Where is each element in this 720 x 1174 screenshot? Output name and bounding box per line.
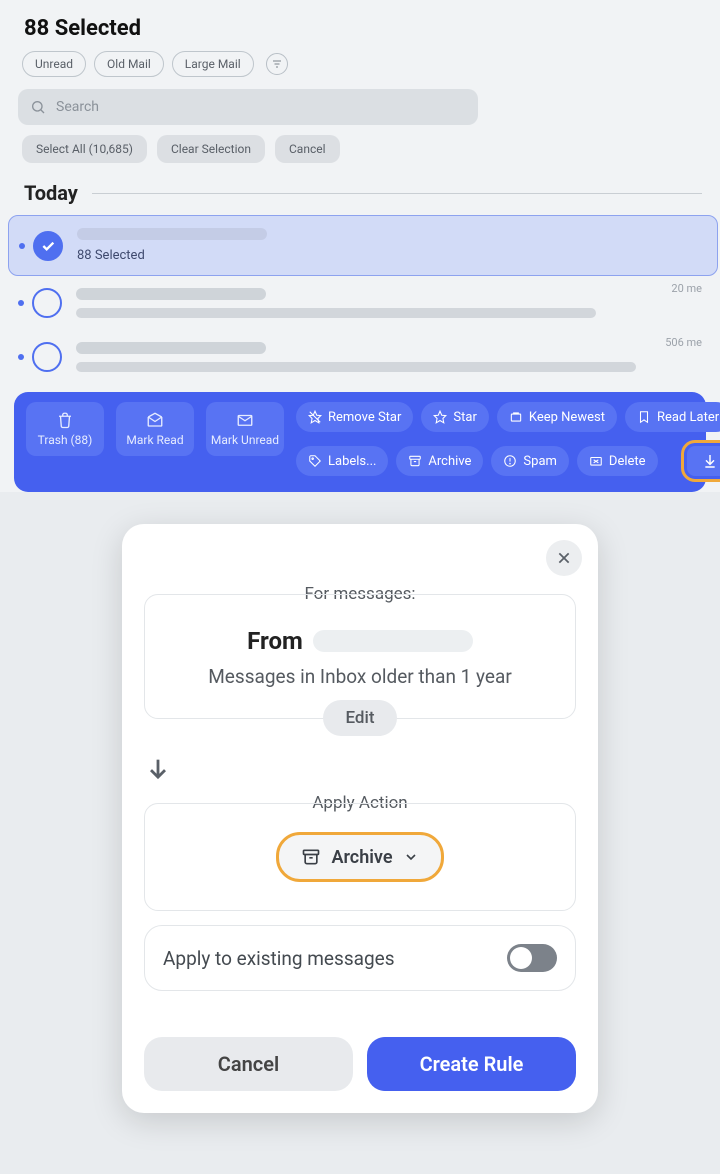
selected-group-subtitle: 88 Selected [77, 248, 705, 263]
arrow-down-icon [144, 755, 576, 783]
search-icon [30, 99, 46, 115]
remove-star-button[interactable]: Remove Star [296, 402, 413, 432]
create-rule-dialog-screen: For messages: From Messages in Inbox old… [0, 492, 720, 1174]
delete-button[interactable]: Delete [577, 446, 658, 476]
mail-row-body [76, 342, 692, 372]
mail-row-body: 88 Selected [77, 228, 705, 263]
section-header-today: Today [24, 181, 702, 205]
filter-chip-unread[interactable]: Unread [22, 51, 86, 77]
mail-row-selected-group[interactable]: 88 Selected [8, 215, 718, 276]
delete-mail-icon [589, 454, 603, 468]
apply-existing-row: Apply to existing messages [144, 925, 576, 991]
filter-chip-large[interactable]: Large Mail [172, 51, 254, 77]
preview-placeholder [76, 362, 636, 372]
search-input[interactable]: Search [18, 89, 478, 125]
dialog-footer: Cancel Create Rule [144, 1037, 576, 1091]
dialog-cancel-button[interactable]: Cancel [144, 1037, 353, 1091]
mail-row-body [76, 288, 692, 318]
filter-chip-row: Unread Old Mail Large Mail [22, 51, 702, 77]
mark-read-button[interactable]: Mark Read [116, 402, 194, 456]
mark-unread-button[interactable]: Mark Unread [206, 402, 284, 456]
apply-existing-label: Apply to existing messages [163, 947, 395, 970]
bookmark-icon [637, 410, 651, 424]
apply-existing-toggle[interactable] [507, 944, 557, 972]
trash-button[interactable]: Trash (88) [26, 402, 104, 456]
condition-older-than: Messages in Inbox older than 1 year [163, 665, 557, 688]
action-selector[interactable]: Archive [276, 832, 443, 882]
clear-selection-button[interactable]: Clear Selection [157, 135, 265, 163]
alert-icon [503, 454, 517, 468]
cancel-selection-button[interactable]: Cancel [275, 135, 340, 163]
spam-button[interactable]: Spam [491, 446, 569, 476]
action-selector-label: Archive [331, 847, 392, 868]
preview-placeholder [76, 308, 596, 318]
keep-newest-icon [509, 410, 523, 424]
close-icon [556, 550, 572, 566]
rule-condition-card: From Messages in Inbox older than 1 year… [144, 594, 576, 719]
unread-dot-icon [19, 243, 25, 249]
archive-icon [301, 847, 321, 867]
filter-chip-old-mail[interactable]: Old Mail [94, 51, 164, 77]
mail-open-icon [146, 411, 164, 429]
mail-row[interactable]: 506 me [18, 330, 702, 384]
star-off-icon [308, 410, 322, 424]
sender-placeholder [76, 342, 266, 354]
from-label: From [247, 627, 303, 655]
archive-icon [408, 454, 422, 468]
mail-row[interactable]: 20 me [18, 276, 702, 330]
bulk-action-bar: Trash (88) Mark Read Mark Unread Remove … [14, 392, 706, 492]
from-value-placeholder [313, 630, 473, 652]
tag-icon [308, 454, 322, 468]
keep-newest-button[interactable]: Keep Newest [497, 402, 617, 432]
labels-button[interactable]: Labels... [296, 446, 388, 476]
archive-button[interactable]: Archive [396, 446, 483, 476]
sender-placeholder [76, 288, 266, 300]
section-divider [92, 193, 702, 194]
checkbox-checked-icon[interactable] [33, 231, 63, 261]
mail-icon [236, 411, 254, 429]
trash-icon [56, 411, 74, 429]
select-all-button[interactable]: Select All (10,685) [22, 135, 147, 163]
selected-count-title: 88 Selected [24, 16, 696, 41]
star-icon [433, 410, 447, 424]
rule-icon [702, 453, 718, 469]
dialog-create-button[interactable]: Create Rule [367, 1037, 576, 1091]
mail-row-meta: 506 me [665, 336, 702, 349]
unread-dot-icon [18, 300, 24, 306]
section-title-today: Today [24, 181, 78, 205]
mail-row-meta: 20 me [671, 282, 702, 295]
star-button[interactable]: Star [421, 402, 488, 432]
edit-condition-button[interactable]: Edit [323, 700, 397, 736]
chevron-down-icon [403, 849, 419, 865]
read-later-button[interactable]: Read Later [625, 402, 720, 432]
rule-action-card: Archive [144, 803, 576, 911]
dialog-close-button[interactable] [546, 540, 582, 576]
checkbox-empty-icon[interactable] [32, 342, 62, 372]
selection-actions-row: Select All (10,685) Clear Selection Canc… [22, 135, 702, 163]
create-rule-dialog: For messages: From Messages in Inbox old… [122, 524, 598, 1113]
bulk-select-screen: 88 Selected Unread Old Mail Large Mail S… [0, 0, 720, 492]
unread-dot-icon [18, 354, 24, 360]
sender-placeholder [77, 228, 267, 240]
filter-more-icon[interactable] [266, 53, 288, 75]
search-placeholder: Search [56, 99, 99, 115]
create-rule-button[interactable]: Create Rule [681, 440, 720, 482]
checkbox-empty-icon[interactable] [32, 288, 62, 318]
